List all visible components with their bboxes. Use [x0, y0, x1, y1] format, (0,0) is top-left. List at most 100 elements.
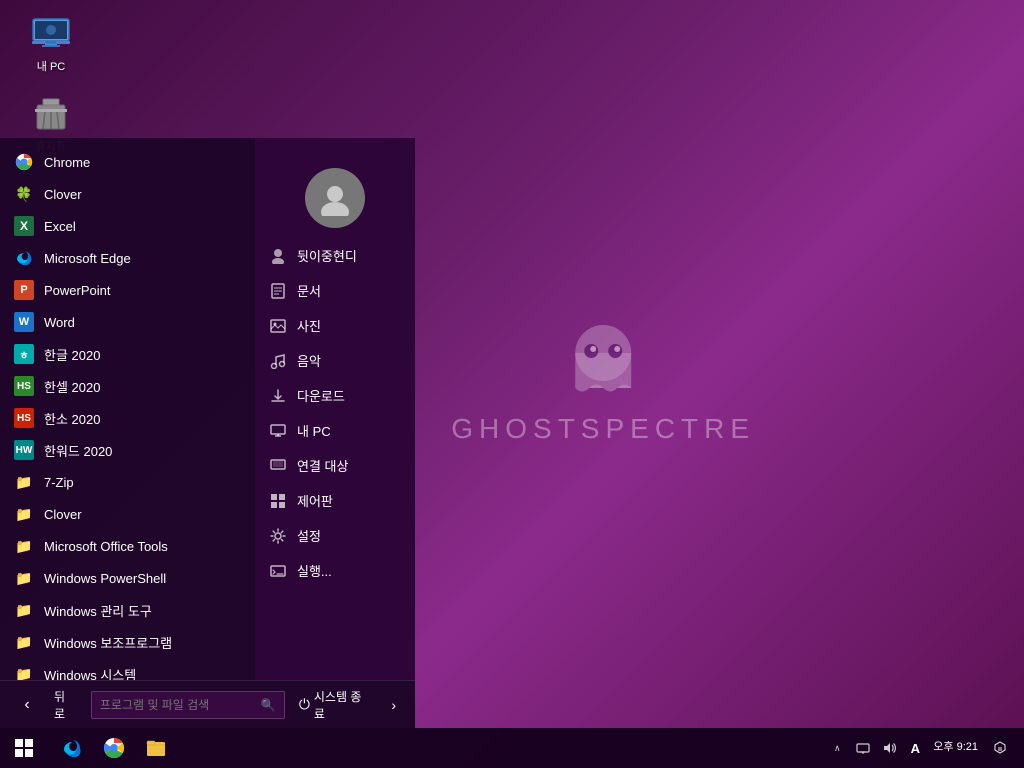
username-label: 뒷이중현디 [297, 246, 357, 265]
hangeul-icon: ㅎ [14, 344, 34, 364]
downloads-icon [269, 387, 287, 405]
start-item-hanso[interactable]: HS 한소 2020 [0, 402, 255, 434]
chrome-icon [14, 152, 34, 172]
back-label: 뒤로 [54, 688, 75, 722]
word-icon: W [14, 312, 34, 332]
photos-label: 사진 [297, 316, 321, 335]
username-icon [269, 247, 287, 265]
hanso-icon: HS [14, 408, 34, 428]
mypc-right-label: 내 PC [297, 421, 331, 440]
taskbar-time[interactable]: 오후 9:21 [933, 740, 978, 755]
user-area[interactable] [255, 148, 415, 238]
chrome-label: Chrome [44, 155, 90, 170]
7zip-icon: 📁 [14, 472, 34, 492]
start-item-ms-office[interactable]: 📁 Microsoft Office Tools [0, 530, 255, 562]
start-menu-bottom: ‹ 뒤로 🔍 ⏻ 시스템 종료 › [0, 680, 415, 728]
windows-icon [14, 738, 34, 758]
right-item-network[interactable]: 연결 대상 [255, 448, 415, 483]
start-item-chrome[interactable]: Chrome [0, 146, 255, 178]
start-item-excel[interactable]: X Excel [0, 210, 255, 242]
right-item-documents[interactable]: 문서 [255, 273, 415, 308]
control-panel-label: 제어판 [297, 491, 333, 510]
right-item-username[interactable]: 뒷이중현디 [255, 238, 415, 273]
documents-label: 문서 [297, 281, 321, 300]
ppt-label: PowerPoint [44, 283, 110, 298]
ms-office-label: Microsoft Office Tools [44, 539, 168, 554]
edge-icon [14, 248, 34, 268]
taskbar-right: ∧ A 오후 9:21 [825, 728, 1024, 768]
tray-chevron[interactable]: ∧ [825, 728, 849, 768]
start-menu-right: 뒷이중현디 문서 [255, 138, 415, 680]
tray-keyboard[interactable]: A [903, 728, 927, 768]
ghost-logo: GHOSTSPECTRE [451, 323, 755, 445]
search-input[interactable] [100, 698, 255, 712]
tray-volume[interactable] [877, 728, 901, 768]
mypc-right-icon [269, 422, 287, 440]
start-item-win-admin[interactable]: 📁 Windows 관리 도구 [0, 594, 255, 626]
network-tray-icon [856, 741, 870, 755]
tray-area: ∧ A [825, 728, 927, 768]
user-avatar [305, 168, 365, 228]
taskbar-chrome[interactable] [94, 728, 134, 768]
taskbar-chrome-icon [103, 737, 125, 759]
start-item-edge[interactable]: Microsoft Edge [0, 242, 255, 274]
recycle-icon [31, 94, 71, 134]
taskbar-files[interactable] [136, 728, 176, 768]
start-item-hancel[interactable]: HS 한셀 2020 [0, 370, 255, 402]
7zip-label: 7-Zip [44, 475, 74, 490]
win-admin-label: Windows 관리 도구 [44, 601, 152, 620]
power-label: 시스템 종료 [314, 688, 368, 722]
ghost-logo-text: GHOSTSPECTRE [451, 413, 755, 445]
ms-office-icon: 📁 [14, 536, 34, 556]
win-protection-icon: 📁 [14, 632, 34, 652]
hanword-label: 한워드 2020 [44, 441, 112, 460]
desktop-icon-mypc[interactable]: 내 PC [16, 10, 86, 78]
power-button[interactable]: ⏻ 시스템 종료 [293, 684, 375, 726]
run-icon [269, 562, 287, 580]
start-item-7zip[interactable]: 📁 7-Zip [0, 466, 255, 498]
clover-folder-label: Clover [44, 507, 82, 522]
start-menu-left: Chrome 🍀 Clover X Excel [0, 138, 255, 680]
taskbar-edge[interactable] [52, 728, 92, 768]
network-label: 연결 대상 [297, 456, 348, 475]
right-item-mypc[interactable]: 내 PC [255, 413, 415, 448]
right-item-photos[interactable]: 사진 [255, 308, 415, 343]
right-item-music[interactable]: 음악 [255, 343, 415, 378]
start-item-clover-folder[interactable]: 📁 Clover [0, 498, 255, 530]
start-item-ppt[interactable]: P PowerPoint [0, 274, 255, 306]
start-item-win-protection[interactable]: 📁 Windows 보조프로그램 [0, 626, 255, 658]
powershell-label: Windows PowerShell [44, 571, 166, 586]
mypc-label: 내 PC [37, 58, 65, 74]
music-icon [269, 352, 287, 370]
clover-folder-icon: 📁 [14, 504, 34, 524]
start-item-hanword[interactable]: HW 한워드 2020 [0, 434, 255, 466]
mypc-icon [31, 14, 71, 54]
search-box[interactable]: 🔍 [91, 691, 285, 719]
taskbar-time-value: 오후 9:21 [933, 740, 978, 755]
start-button[interactable] [0, 728, 48, 768]
photos-icon [269, 317, 287, 335]
hanso-label: 한소 2020 [44, 409, 100, 428]
settings-label: 설정 [297, 526, 321, 545]
right-item-run[interactable]: 실행... [255, 553, 415, 588]
notification-button[interactable] [984, 728, 1016, 768]
start-item-powershell[interactable]: 📁 Windows PowerShell [0, 562, 255, 594]
edge-label: Microsoft Edge [44, 251, 131, 266]
start-item-word[interactable]: W Word [0, 306, 255, 338]
win-system-icon: 📁 [14, 664, 34, 680]
more-button[interactable]: › [382, 693, 405, 717]
right-item-settings[interactable]: 설정 [255, 518, 415, 553]
back-button[interactable]: ‹ [10, 687, 44, 723]
taskbar-edge-icon [61, 737, 83, 759]
taskbar: ∧ A 오후 9:21 [0, 728, 1024, 768]
right-item-control-panel[interactable]: 제어판 [255, 483, 415, 518]
hanword-icon: HW [14, 440, 34, 460]
ppt-icon: P [14, 280, 34, 300]
right-item-downloads[interactable]: 다운로드 [255, 378, 415, 413]
start-item-hangeul[interactable]: ㅎ 한글 2020 [0, 338, 255, 370]
hancel-label: 한셀 2020 [44, 377, 100, 396]
start-menu: Chrome 🍀 Clover X Excel [0, 138, 415, 728]
tray-network[interactable] [851, 728, 875, 768]
start-item-clover[interactable]: 🍀 Clover [0, 178, 255, 210]
start-item-win-system[interactable]: 📁 Windows 시스템 [0, 658, 255, 680]
